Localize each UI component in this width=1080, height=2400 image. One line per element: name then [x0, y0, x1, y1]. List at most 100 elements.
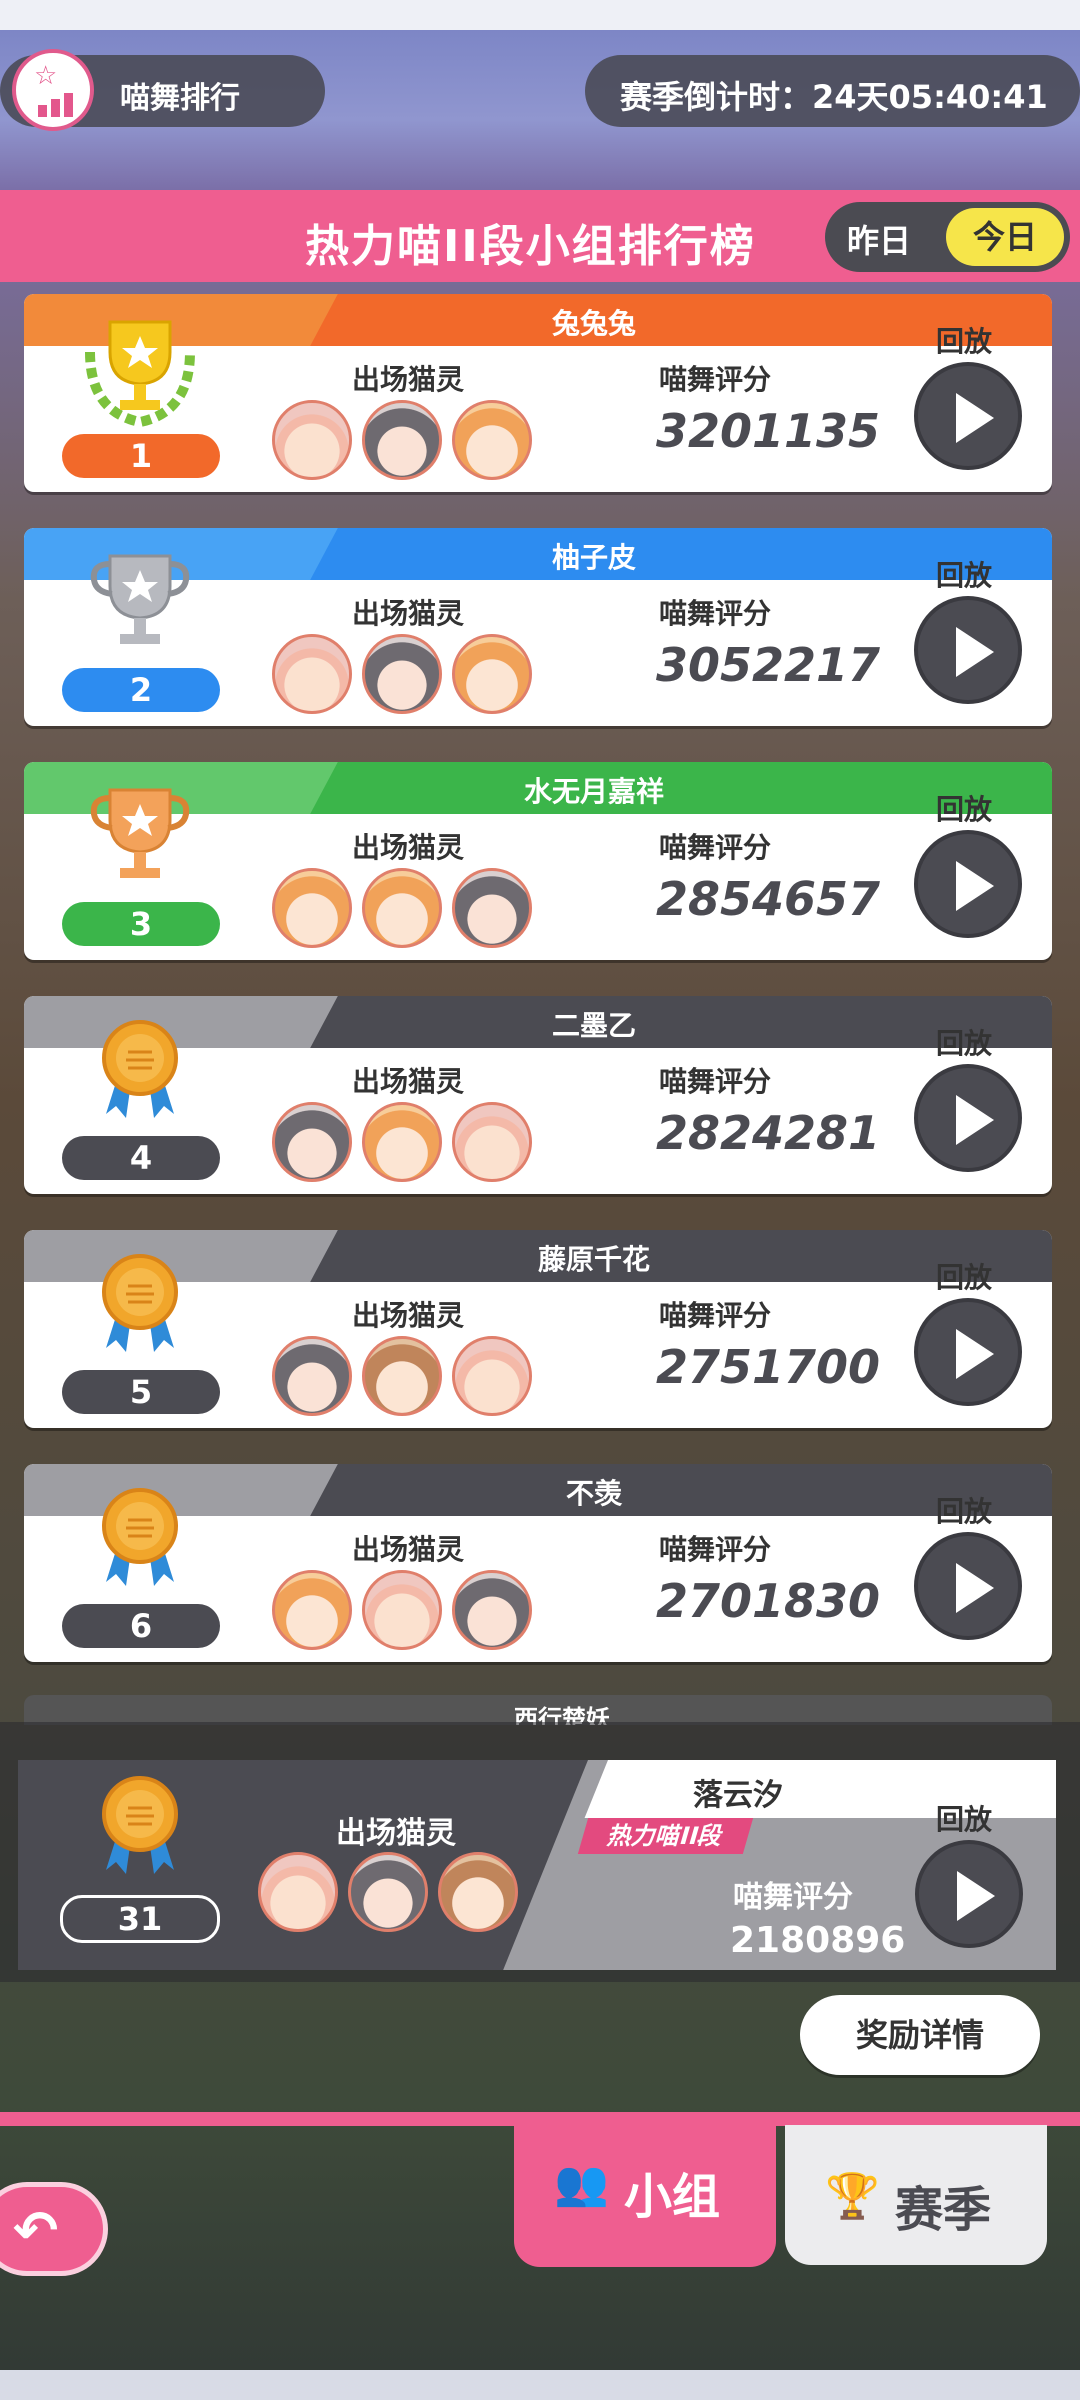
cat-spirit-avatar — [258, 1852, 338, 1932]
season-countdown-text: 赛季倒计时：24天05:40:41 — [620, 78, 1048, 116]
play-icon — [956, 861, 994, 911]
leaderboard-row: 水无月嘉祥 3 出场猫灵 喵舞评分 2854657 回放 — [24, 762, 1052, 960]
medal-icon — [80, 1014, 200, 1134]
toggle-today[interactable]: 今日 — [946, 208, 1064, 266]
player-name: 二墨乙 — [551, 1009, 636, 1042]
score-value: 2824281 — [656, 1106, 881, 1160]
replay-label: 回放 — [936, 1027, 993, 1060]
my-replay-button[interactable] — [915, 1840, 1023, 1948]
score-value: 3052217 — [656, 638, 881, 692]
back-arrow-icon: ↶ — [13, 2199, 59, 2262]
characters-label: 出场猫灵 — [352, 1299, 465, 1332]
partial-row: 西行楚妖 — [24, 1695, 1052, 1725]
score-label: 喵舞评分 — [659, 363, 772, 396]
my-replay-label: 回放 — [936, 1803, 993, 1836]
cat-spirit-avatar — [362, 1336, 442, 1416]
replay-button[interactable] — [914, 596, 1022, 704]
leaderboard-row: 藤原千花 5 出场猫灵 喵舞评分 2751700 回放 — [24, 1230, 1052, 1428]
rank-number: 6 — [62, 1604, 220, 1648]
leaderboard-title-pill: ☆ 喵舞排行 — [0, 49, 325, 131]
characters-label: 出场猫灵 — [352, 597, 465, 630]
player-name: 藤原千花 — [537, 1243, 650, 1276]
ranking-icon: ☆ — [12, 49, 94, 131]
rank-number: 1 — [62, 434, 220, 478]
rank-number: 5 — [62, 1370, 220, 1414]
group-people-icon: 👥 — [554, 2158, 609, 2209]
tab-group-label: 小组 — [624, 2169, 721, 2225]
cat-spirit-avatar — [452, 868, 532, 948]
score-label: 喵舞评分 — [659, 1299, 772, 1332]
rank-number: 3 — [62, 902, 220, 946]
rank-number: 4 — [62, 1136, 220, 1180]
player-name: 不羡 — [565, 1477, 622, 1510]
my-rank: 31 — [60, 1895, 220, 1943]
day-toggle[interactable]: 昨日 今日 — [825, 202, 1070, 272]
cat-spirit-avatar — [362, 868, 442, 948]
cat-spirit-avatar — [272, 1102, 352, 1182]
board-title: 热力喵II段小组排行榜 — [305, 221, 756, 272]
replay-label: 回放 — [936, 793, 993, 826]
cat-spirit-avatar — [272, 1570, 352, 1650]
cat-spirit-avatar — [452, 1570, 532, 1650]
player-name: 兔兔兔 — [551, 307, 636, 340]
reward-details-button[interactable]: 奖励详情 — [800, 1995, 1040, 2075]
silver-trophy-icon — [80, 546, 200, 666]
cat-spirit-avatar — [452, 1336, 532, 1416]
replay-button[interactable] — [914, 362, 1022, 470]
characters-label: 出场猫灵 — [352, 1065, 465, 1098]
cat-spirit-avatar — [348, 1852, 428, 1932]
trophy-icon: 🏆 — [825, 2171, 880, 2222]
cat-spirit-avatar — [452, 400, 532, 480]
app-title: 喵舞排行 — [120, 81, 240, 116]
board-header: 热力喵II段小组排行榜 昨日 今日 — [0, 190, 1080, 282]
score-value: 2751700 — [656, 1340, 881, 1394]
play-icon — [957, 1871, 995, 1921]
leaderboard-row: 柚子皮 2 出场猫灵 喵舞评分 3052217 回放 — [24, 528, 1052, 726]
cat-spirit-avatar — [362, 1570, 442, 1650]
my-entry-card: 31 出场猫灵 落云汐 热力喵II段 喵舞评分 2180896 回放 — [18, 1760, 1056, 1970]
score-label: 喵舞评分 — [659, 597, 772, 630]
leaderboard-row: 二墨乙 4 出场猫灵 喵舞评分 2824281 回放 — [24, 996, 1052, 1194]
player-name: 柚子皮 — [551, 541, 636, 574]
replay-label: 回放 — [936, 1261, 993, 1294]
leaderboard-row: 不羡 6 出场猫灵 喵舞评分 2701830 回放 — [24, 1464, 1052, 1662]
score-label: 喵舞评分 — [659, 831, 772, 864]
my-tier-badge: 热力喵II段 — [577, 1818, 754, 1854]
tab-group[interactable]: 👥 小组 — [514, 2112, 776, 2267]
characters-label: 出场猫灵 — [352, 831, 465, 864]
score-value: 2854657 — [656, 872, 881, 926]
leaderboard-row: 兔兔兔 1 出场猫灵 喵舞评分 3201135 回放 — [24, 294, 1052, 492]
score-value: 2701830 — [656, 1574, 881, 1628]
bronze-trophy-icon — [80, 780, 200, 900]
toggle-yesterday[interactable]: 昨日 — [847, 216, 911, 262]
cat-spirit-avatar — [272, 634, 352, 714]
medal-icon — [80, 1248, 200, 1368]
cat-spirit-avatar — [362, 634, 442, 714]
my-score: 2180896 — [730, 1920, 906, 1961]
cat-spirit-avatar — [272, 868, 352, 948]
play-icon — [956, 1095, 994, 1145]
replay-button[interactable] — [914, 1064, 1022, 1172]
replay-label: 回放 — [936, 325, 993, 358]
season-countdown: 赛季倒计时：24天05:40:41 — [585, 55, 1080, 127]
replay-button[interactable] — [914, 1298, 1022, 1406]
back-button[interactable]: ↶ — [0, 2182, 108, 2276]
tab-season-label: 赛季 — [895, 2182, 992, 2238]
replay-label: 回放 — [936, 559, 993, 592]
replay-label: 回放 — [936, 1495, 993, 1528]
gold-trophy-icon — [80, 312, 200, 432]
medal-icon — [102, 1776, 178, 1874]
cat-spirit-avatar — [362, 400, 442, 480]
my-entry-panel: 31 出场猫灵 落云汐 热力喵II段 喵舞评分 2180896 回放 — [0, 1722, 1080, 1982]
cat-spirit-avatar — [452, 634, 532, 714]
replay-button[interactable] — [914, 830, 1022, 938]
tab-season[interactable]: 🏆 赛季 — [785, 2125, 1047, 2265]
cat-spirit-avatar — [272, 400, 352, 480]
play-icon — [956, 627, 994, 677]
replay-button[interactable] — [914, 1532, 1022, 1640]
play-icon — [956, 1563, 994, 1613]
score-label: 喵舞评分 — [659, 1533, 772, 1566]
play-icon — [956, 393, 994, 443]
play-icon — [956, 1329, 994, 1379]
my-player-name: 落云汐 — [693, 1778, 783, 1813]
